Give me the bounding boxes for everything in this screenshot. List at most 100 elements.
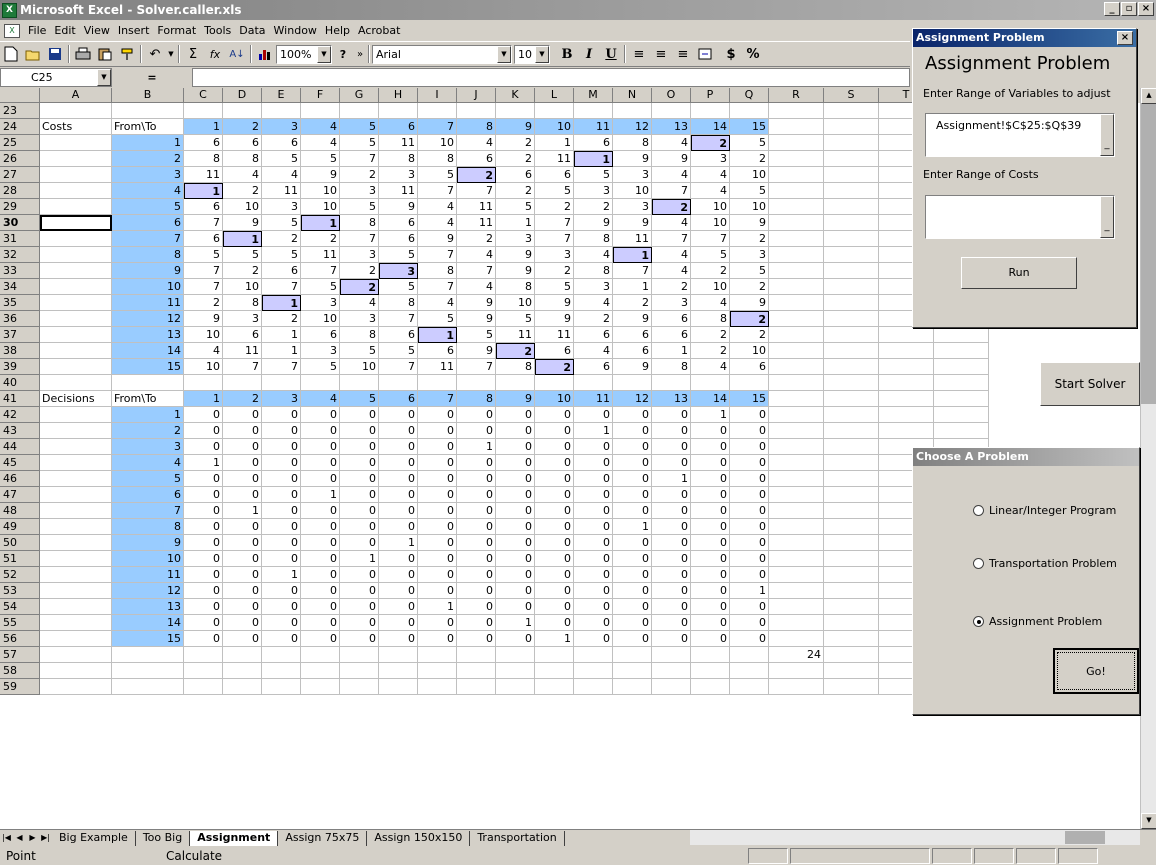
scroll-down-icon[interactable]: ▼ [1141,813,1156,829]
cost-cell[interactable]: 3 [340,311,379,327]
decision-cell[interactable]: 0 [535,487,574,503]
close-icon[interactable]: × [1117,31,1133,45]
decision-cell[interactable]: 0 [301,439,340,455]
row-header[interactable]: 25 [0,135,40,151]
decision-cell[interactable]: 0 [730,503,769,519]
decision-cell[interactable]: 0 [418,487,457,503]
range-select-icon[interactable]: _ [1100,196,1114,238]
cell[interactable] [769,343,824,359]
cost-cell[interactable]: 4 [652,135,691,151]
cost-cell[interactable]: 4 [691,167,730,183]
cost-cell[interactable]: 5 [301,279,340,295]
tab-too-big[interactable]: Too Big [135,830,191,846]
decision-cell[interactable]: 1 [379,535,418,551]
row-header[interactable]: 40 [0,375,40,391]
cost-cell[interactable]: 7 [379,311,418,327]
open-icon[interactable] [22,44,44,64]
cost-cell[interactable]: 9 [496,247,535,263]
undo-icon[interactable]: ↶ [144,44,166,64]
cell[interactable] [824,167,879,183]
col-index-cell[interactable]: 2 [223,119,262,135]
cell[interactable] [613,679,652,695]
cell[interactable] [769,215,824,231]
cost-cell[interactable]: 6 [535,167,574,183]
cell[interactable] [824,103,879,119]
cell[interactable] [652,663,691,679]
cost-cell[interactable]: 5 [418,311,457,327]
row-index-cell[interactable]: 14 [112,615,184,631]
cell[interactable] [769,615,824,631]
cost-cell[interactable]: 9 [652,151,691,167]
undo-dropdown-icon[interactable]: ▼ [166,44,176,64]
cell[interactable] [535,663,574,679]
decision-cell[interactable]: 0 [457,519,496,535]
col-index-cell[interactable]: 15 [730,391,769,407]
column-header-J[interactable]: J [457,88,496,103]
cell[interactable] [40,199,112,215]
cost-cell[interactable]: 2 [730,327,769,343]
decision-cell[interactable]: 0 [301,631,340,647]
cost-cell[interactable]: 2 [496,183,535,199]
decision-cell[interactable]: 0 [262,599,301,615]
cell[interactable] [301,663,340,679]
col-index-cell[interactable]: 1 [184,119,223,135]
decision-cell[interactable]: 0 [457,551,496,567]
cost-cell[interactable]: 6 [379,231,418,247]
decision-cell[interactable]: 0 [457,567,496,583]
decision-cell[interactable]: 0 [301,455,340,471]
cell[interactable] [824,375,879,391]
cost-cell[interactable]: 11 [184,167,223,183]
cell[interactable] [40,615,112,631]
cell[interactable] [769,535,824,551]
vertical-scrollbar[interactable]: ▲ ▼ [1140,88,1156,829]
decision-cell[interactable]: 0 [457,423,496,439]
cell[interactable] [824,423,879,439]
decision-cell[interactable]: 0 [496,535,535,551]
decision-cell[interactable]: 0 [496,471,535,487]
cell[interactable] [535,679,574,695]
decision-cell[interactable]: 0 [574,471,613,487]
cell[interactable] [40,295,112,311]
cost-cell[interactable]: 4 [418,199,457,215]
cell[interactable] [824,135,879,151]
cost-cell[interactable]: 7 [262,359,301,375]
decision-cell[interactable]: 0 [574,439,613,455]
cell[interactable] [496,103,535,119]
cost-cell[interactable]: 4 [301,135,340,151]
assigned-cost-cell[interactable]: 2 [340,279,379,295]
cost-cell[interactable]: 9 [457,295,496,311]
decision-cell[interactable]: 0 [496,599,535,615]
cell[interactable] [769,103,824,119]
cell[interactable] [769,311,824,327]
currency-button[interactable]: $ [720,44,742,64]
decision-cell[interactable]: 0 [691,487,730,503]
decision-cell[interactable]: 0 [418,519,457,535]
decision-cell[interactable]: 0 [418,407,457,423]
cost-cell[interactable]: 3 [691,151,730,167]
cell[interactable] [457,375,496,391]
decision-cell[interactable]: 0 [223,423,262,439]
cost-cell[interactable]: 8 [223,295,262,311]
column-header-K[interactable]: K [496,88,535,103]
cell[interactable] [769,119,824,135]
cost-cell[interactable]: 2 [262,231,301,247]
menu-edit[interactable]: Edit [50,22,79,40]
cell[interactable] [457,663,496,679]
assigned-cost-cell[interactable]: 2 [652,199,691,215]
cost-cell[interactable]: 2 [535,263,574,279]
cost-cell[interactable]: 9 [535,311,574,327]
decision-cell[interactable]: 0 [496,439,535,455]
cost-cell[interactable]: 4 [691,183,730,199]
cost-cell[interactable]: 4 [262,167,301,183]
cost-cell[interactable]: 8 [652,359,691,375]
cost-cell[interactable]: 6 [574,359,613,375]
cost-cell[interactable]: 11 [379,135,418,151]
col-index-cell[interactable]: 9 [496,391,535,407]
cell[interactable] [40,551,112,567]
menu-file[interactable]: File [24,22,50,40]
cost-cell[interactable]: 11 [613,231,652,247]
cost-cell[interactable]: 2 [262,311,301,327]
cell[interactable] [40,135,112,151]
decision-cell[interactable]: 0 [574,519,613,535]
cell[interactable] [934,407,989,423]
